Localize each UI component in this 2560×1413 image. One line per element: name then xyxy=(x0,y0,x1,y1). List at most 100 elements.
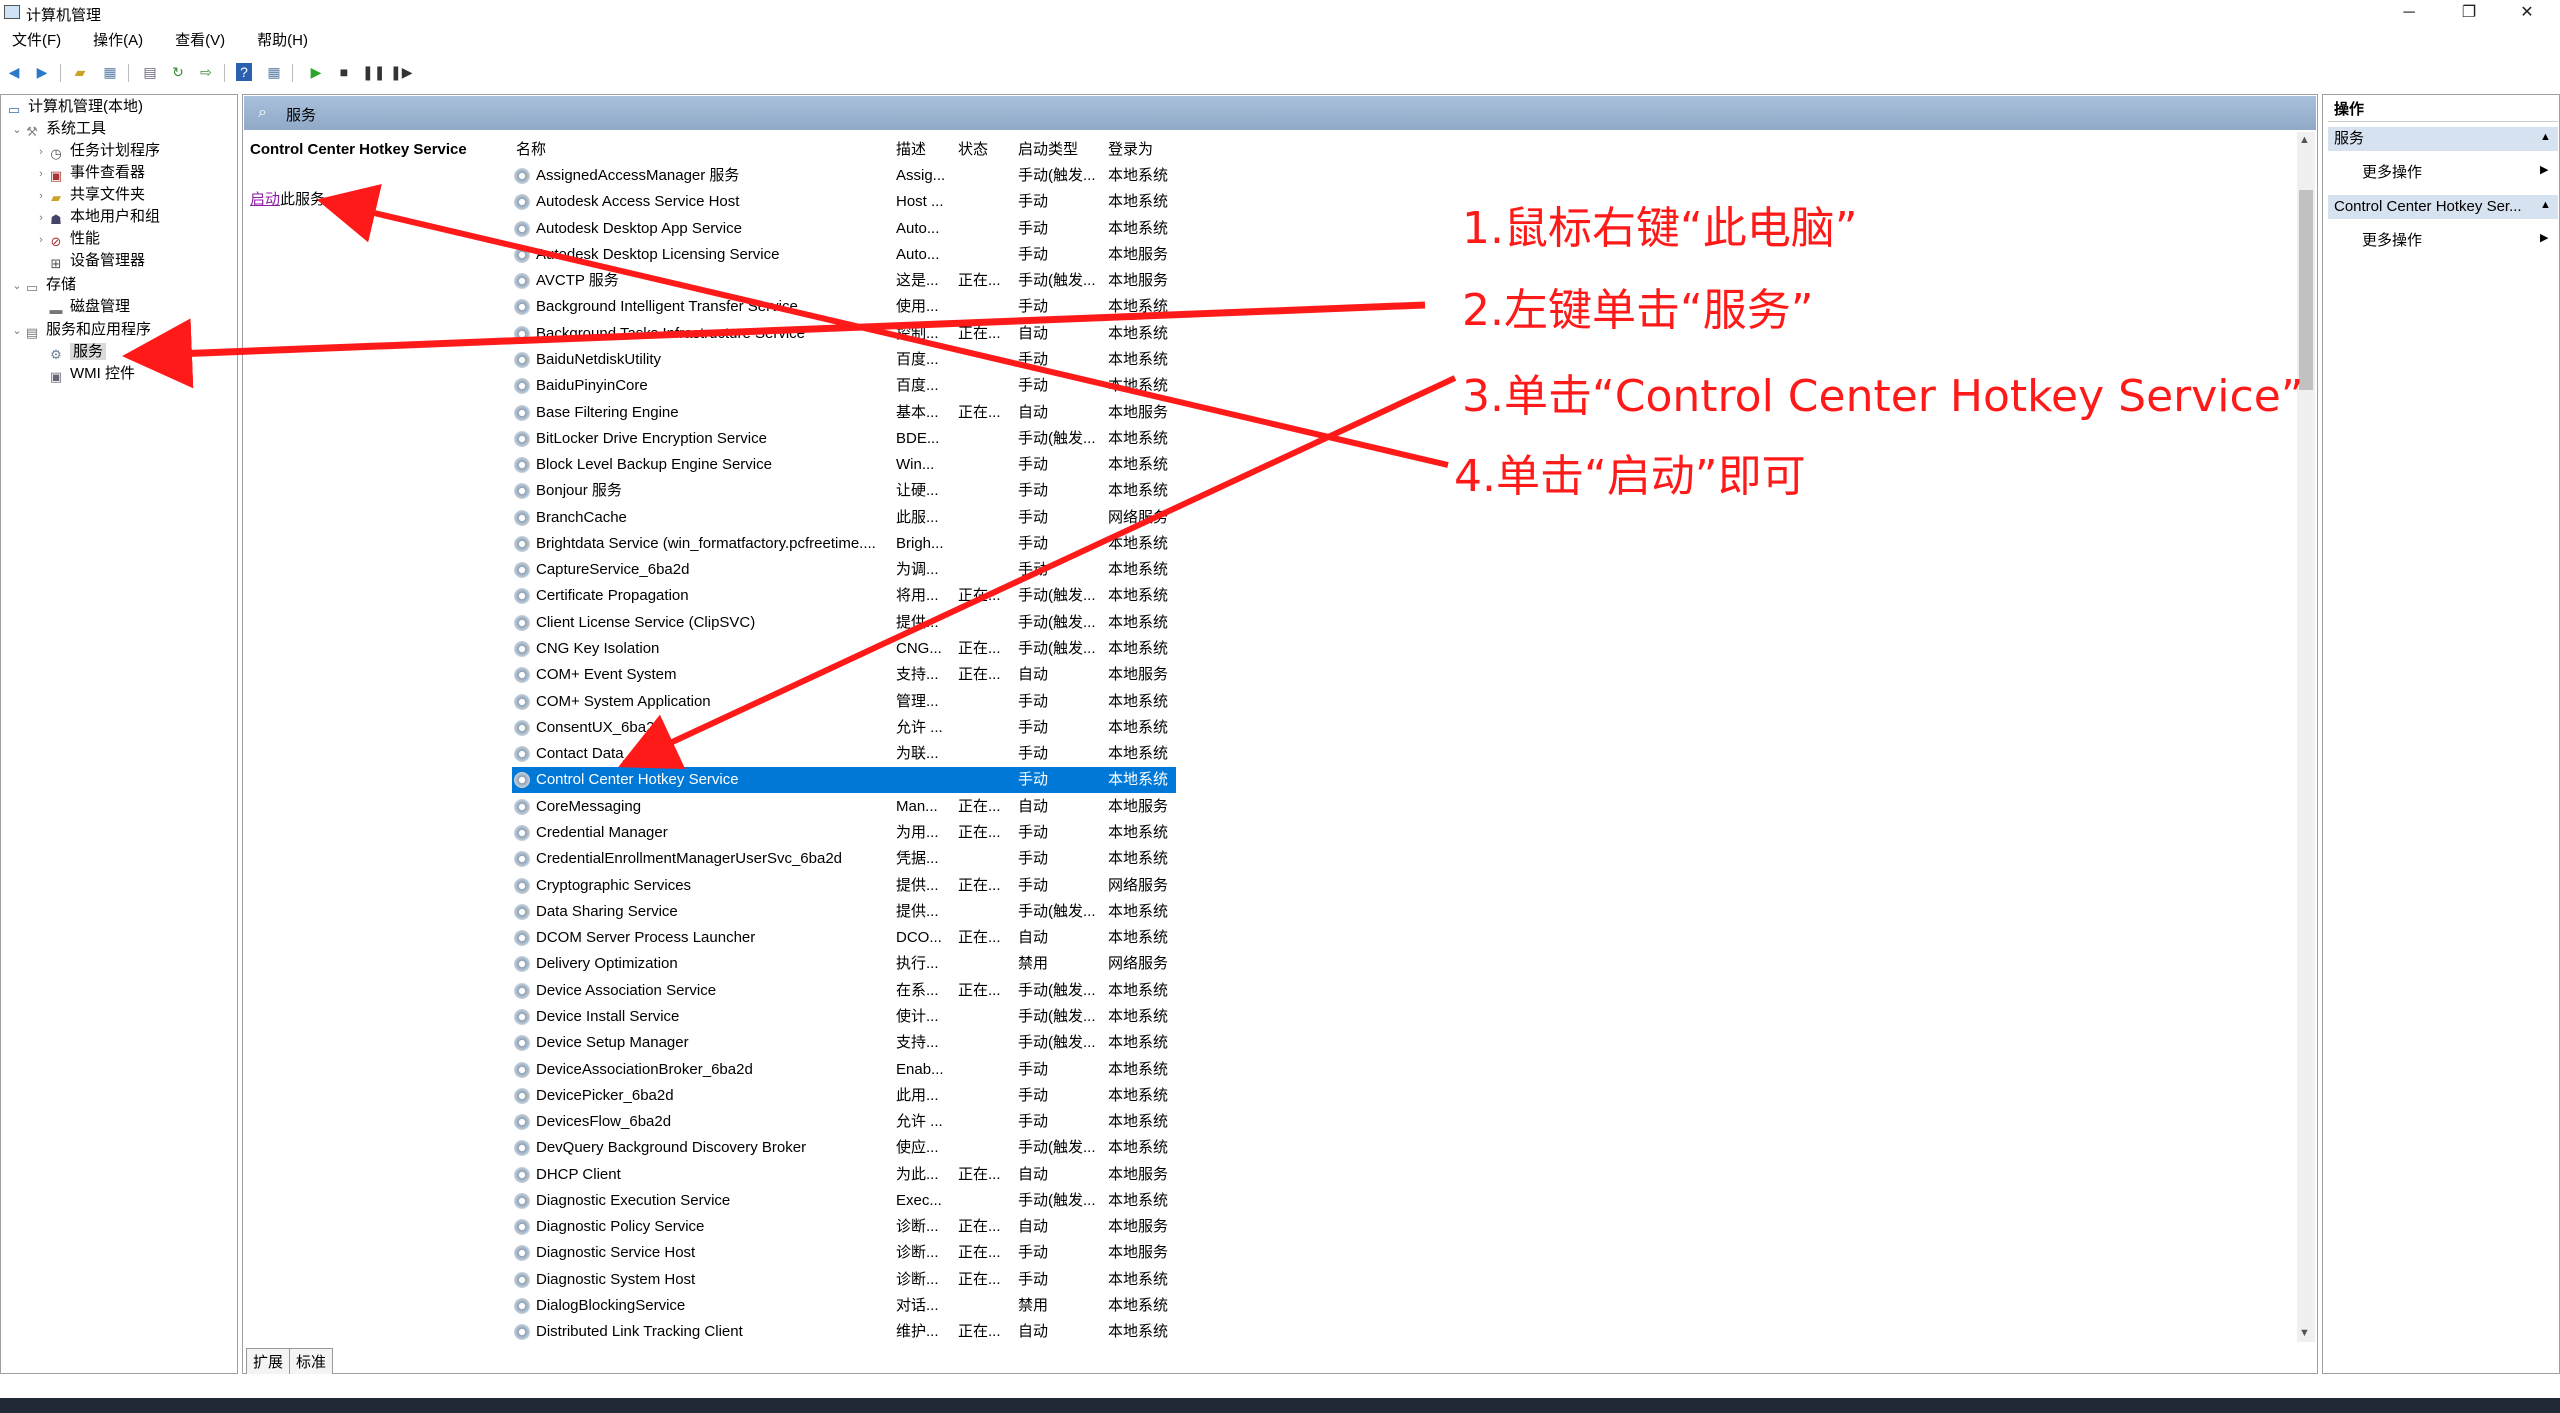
table-row[interactable]: CaptureService_6ba2d 为调... 手动 本地系统 xyxy=(512,557,1176,583)
column-startup-type[interactable]: 启动类型 xyxy=(1018,138,1078,159)
tree-item-services[interactable]: ⚙ 服务 xyxy=(34,342,107,362)
collapse-up-icon[interactable]: ▲ xyxy=(2540,131,2551,143)
table-row[interactable]: ConsentUX_6ba2d 允许 ... 手动 本地系统 xyxy=(512,715,1176,741)
tree-item-local-users[interactable]: › ☗ 本地用户和组 xyxy=(34,207,160,227)
table-row[interactable]: DevicePicker_6ba2d 此用... 手动 本地系统 xyxy=(512,1083,1176,1109)
tree-item-disk-management[interactable]: ▬ 磁盘管理 xyxy=(34,297,131,317)
chevron-right-icon[interactable]: › xyxy=(34,142,48,162)
close-button[interactable]: ✕ xyxy=(2498,0,2556,26)
show-hide-tree-icon[interactable]: ▦ xyxy=(100,63,120,81)
forward-arrow-icon[interactable]: ▶ xyxy=(32,63,52,81)
table-row[interactable]: Background Intelligent Transfer Service 使… xyxy=(512,294,1176,320)
tree-item-wmi[interactable]: ▣ WMI 控件 xyxy=(34,364,135,384)
tree-item-event-viewer[interactable]: › ▣ 事件查看器 xyxy=(34,163,145,183)
table-row[interactable]: Certificate Propagation 将用... 正在... 手动(触发..… xyxy=(512,583,1176,609)
tree-item-storage[interactable]: ⌄ ▭ 存储 xyxy=(10,275,76,295)
start-service-link[interactable]: 启动 xyxy=(250,191,280,208)
table-row[interactable]: Autodesk Access Service Host Host ... 手动 本地… xyxy=(512,189,1176,215)
table-row[interactable]: Block Level Backup Engine Service Win... 手… xyxy=(512,452,1176,478)
play-icon[interactable]: ▶ xyxy=(306,63,326,81)
chevron-down-icon[interactable]: ⌄ xyxy=(10,321,24,341)
actions-more-1[interactable]: 更多操作 xyxy=(2362,161,2422,182)
table-row[interactable]: BaiduPinyinCore 百度... 手动 本地系统 xyxy=(512,373,1176,399)
up-folder-icon[interactable]: ▰ xyxy=(70,63,90,81)
tab-standard[interactable]: 标准 xyxy=(289,1348,334,1374)
table-row[interactable]: Device Install Service 使计... 手动(触发... 本地系统 xyxy=(512,1004,1176,1030)
chevron-right-icon[interactable]: › xyxy=(34,186,48,206)
scroll-up-icon[interactable]: ▲ xyxy=(2299,134,2310,146)
table-row-selected[interactable]: Control Center Hotkey Service 手动 本地系统 xyxy=(512,767,1176,794)
table-row[interactable]: Contact Data_6ba2d 为联... 手动 本地系统 xyxy=(512,741,1176,767)
column-name[interactable]: 名称 xyxy=(516,138,546,159)
tree-item-task-scheduler[interactable]: › ◷ 任务计划程序 xyxy=(34,141,160,161)
column-description[interactable]: 描述 xyxy=(896,138,926,159)
table-row[interactable]: BaiduNetdiskUtility 百度... 手动 本地系统 xyxy=(512,347,1176,373)
table-row[interactable]: Autodesk Desktop Licensing Service Auto..… xyxy=(512,242,1176,268)
table-row[interactable]: Distributed Link Tracking Client 维护... 正在.… xyxy=(512,1319,1176,1345)
console-view-icon[interactable]: ▦ xyxy=(264,63,284,81)
table-row[interactable]: Client License Service (ClipSVC) 提供... 手动(… xyxy=(512,610,1176,636)
table-row[interactable]: Diagnostic Execution Service Exec... 手动(触发… xyxy=(512,1188,1176,1214)
table-row[interactable]: Data Sharing Service 提供... 手动(触发... 本地系统 xyxy=(512,899,1176,925)
chevron-down-icon[interactable]: ⌄ xyxy=(10,120,24,140)
table-row[interactable]: DCOM Server Process Launcher DCO... 正在... 自… xyxy=(512,925,1176,951)
actions-section-services[interactable]: 服务 xyxy=(2328,127,2558,151)
table-row[interactable]: DeviceAssociationBroker_6ba2d Enab... 手动 本地… xyxy=(512,1057,1176,1083)
table-row[interactable]: DialogBlockingService 对话... 禁用 本地系统 xyxy=(512,1293,1176,1319)
export-list-icon[interactable]: ⇨ xyxy=(196,63,216,81)
table-row[interactable]: Diagnostic Service Host 诊断... 正在... 手动 本地服务 xyxy=(512,1240,1176,1266)
table-row[interactable]: Device Association Service 在系... 正在... 手动(触… xyxy=(512,978,1176,1004)
table-row[interactable]: Diagnostic System Host 诊断... 正在... 手动 本地系统 xyxy=(512,1267,1176,1293)
table-row[interactable]: CredentialEnrollmentManagerUserSvc_6ba2d… xyxy=(512,846,1176,872)
menu-file[interactable]: 文件(F) xyxy=(12,30,61,52)
help-icon[interactable]: ? xyxy=(236,63,252,81)
table-row[interactable]: COM+ System Application 管理... 手动 本地系统 xyxy=(512,689,1176,715)
actions-more-2[interactable]: 更多操作 xyxy=(2362,229,2422,250)
tree-item-device-manager[interactable]: ⊞ 设备管理器 xyxy=(48,251,145,271)
table-row[interactable]: CoreMessaging Man... 正在... 自动 本地服务 xyxy=(512,794,1176,820)
tree-root[interactable]: ▭ 计算机管理(本地) xyxy=(6,97,143,117)
menu-help[interactable]: 帮助(H) xyxy=(257,30,308,52)
table-row[interactable]: Bonjour 服务 让硬... 手动 本地系统 xyxy=(512,478,1176,504)
pause-icon[interactable]: ❚❚ xyxy=(362,63,385,81)
chevron-right-icon[interactable]: › xyxy=(34,208,48,228)
table-row[interactable]: CNG Key Isolation CNG... 正在... 手动(触发... 本地系统 xyxy=(512,636,1176,662)
column-status[interactable]: 状态 xyxy=(958,138,988,159)
column-logon-as[interactable]: 登录为 xyxy=(1108,138,1153,159)
collapse-up-icon[interactable]: ▲ xyxy=(2540,199,2551,211)
tree-item-system-tools[interactable]: ⌄ ⚒ 系统工具 xyxy=(10,119,106,139)
back-arrow-icon[interactable]: ◀ xyxy=(4,63,24,81)
table-row[interactable]: AssignedAccessManager 服务 Assig... 手动(触发...… xyxy=(512,163,1176,189)
minimize-button[interactable]: ─ xyxy=(2380,0,2438,26)
chevron-right-icon[interactable]: › xyxy=(34,230,48,250)
chevron-right-icon[interactable]: › xyxy=(34,164,48,184)
tree-item-services-apps[interactable]: ⌄ ▤ 服务和应用程序 xyxy=(10,320,151,340)
tree-item-shared-folders[interactable]: › ▰ 共享文件夹 xyxy=(34,185,145,205)
table-row[interactable]: Autodesk Desktop App Service Auto... 手动 本地系… xyxy=(512,216,1176,242)
refresh-icon[interactable]: ↻ xyxy=(168,63,188,81)
table-row[interactable]: DHCP Client 为此... 正在... 自动 本地服务 xyxy=(512,1162,1176,1188)
menu-view[interactable]: 查看(V) xyxy=(175,30,225,52)
table-row[interactable]: COM+ Event System 支持... 正在... 自动 本地服务 xyxy=(512,662,1176,688)
table-row[interactable]: BranchCache 此服... 手动 网络服务 xyxy=(512,505,1176,531)
table-row[interactable]: Device Setup Manager 支持... 手动(触发... 本地系统 xyxy=(512,1030,1176,1056)
chevron-down-icon[interactable]: ⌄ xyxy=(10,276,24,296)
table-row[interactable]: Delivery Optimization 执行... 禁用 网络服务 xyxy=(512,951,1176,977)
table-row[interactable]: DevicesFlow_6ba2d 允许 ... 手动 本地系统 xyxy=(512,1109,1176,1135)
tree-item-performance[interactable]: › ⊘ 性能 xyxy=(34,229,100,249)
table-row[interactable]: Brightdata Service (win_formatfactory.pc… xyxy=(512,531,1176,557)
table-row[interactable]: Diagnostic Policy Service 诊断... 正在... 自动 本地服… xyxy=(512,1214,1176,1240)
menu-action[interactable]: 操作(A) xyxy=(93,30,143,52)
resume-icon[interactable]: ❚▶ xyxy=(390,63,413,81)
table-row[interactable]: Base Filtering Engine 基本... 正在... 自动 本地服务 xyxy=(512,400,1176,426)
table-row[interactable]: Background Tasks Infrastructure Service 控… xyxy=(512,321,1176,347)
restore-button[interactable]: ❐ xyxy=(2440,0,2498,26)
actions-section-selected-service[interactable]: Control Center Hotkey Ser... xyxy=(2328,195,2558,219)
properties-icon[interactable]: ▤ xyxy=(140,63,160,81)
table-row[interactable]: Cryptographic Services 提供... 正在... 手动 网络服务 xyxy=(512,873,1176,899)
tab-extended[interactable]: 扩展 xyxy=(246,1348,291,1374)
stop-icon[interactable]: ■ xyxy=(334,63,354,81)
scroll-down-icon[interactable]: ▼ xyxy=(2299,1327,2310,1339)
table-row[interactable]: Credential Manager 为用... 正在... 手动 本地系统 xyxy=(512,820,1176,846)
table-row[interactable]: AVCTP 服务 这是... 正在... 手动(触发... 本地服务 xyxy=(512,268,1176,294)
